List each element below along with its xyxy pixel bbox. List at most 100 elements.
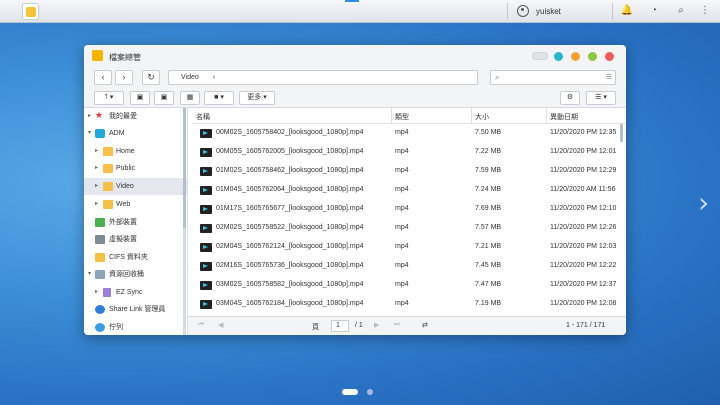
compress-button[interactable]: ▦ xyxy=(180,91,200,105)
sidebar-item-ez-sync[interactable]: ▸ EZ Sync xyxy=(84,284,187,301)
column-header-size[interactable]: 大小 xyxy=(475,112,489,122)
next-page-icon[interactable]: ▶ xyxy=(374,321,379,329)
sidebar-item-web[interactable]: ▸ Web xyxy=(84,196,187,213)
refresh-button[interactable]: ↻ xyxy=(142,70,160,85)
sidebar-item-label: ADM xyxy=(109,130,125,137)
sidebar-item-recycle-bin[interactable]: ▾ 資源回收桶 xyxy=(84,266,187,283)
sidebar-item-label: 虛擬裝置 xyxy=(109,236,137,243)
expand-arrow-icon[interactable]: ▸ xyxy=(95,196,98,213)
expand-arrow-icon[interactable]: ▸ xyxy=(95,143,98,160)
expand-arrow-icon[interactable]: ▸ xyxy=(95,160,98,177)
window-title: 檔案總管 xyxy=(109,53,141,62)
sidebar-item-label: Share Link 管理員 xyxy=(109,306,166,313)
total-pages: / 1 xyxy=(355,322,363,329)
sidebar-item-virtual-devices[interactable]: 虛擬裝置 xyxy=(84,231,187,248)
table-row[interactable]: 01M17S_1605765677_[looksgood_1080p].mp4 … xyxy=(192,200,618,219)
table-row[interactable]: 03M04S_1605762184_[looksgood_1080p].mp4 … xyxy=(192,295,618,314)
file-explorer-taskbar-button[interactable] xyxy=(22,3,39,20)
file-size: 7.50 MB xyxy=(475,129,502,136)
sidebar-item-cifs-folder[interactable]: CIFS 資料夾 xyxy=(84,249,187,266)
notification-bell-icon[interactable]: 🔔 xyxy=(620,4,634,18)
first-page-icon[interactable]: ⏮ xyxy=(198,321,204,329)
filter-list-icon[interactable]: ☰ xyxy=(606,73,612,81)
sidebar-scrollbar-thumb[interactable] xyxy=(183,108,186,228)
search-box[interactable]: ⌕ ☰ xyxy=(490,70,616,85)
breadcrumb-item-video[interactable]: Video xyxy=(181,74,199,81)
restore-button[interactable] xyxy=(571,52,580,61)
new-folder-button[interactable]: ▣ xyxy=(130,91,150,105)
column-header-name[interactable]: 名稱 xyxy=(196,112,210,122)
refresh-icon: ↻ xyxy=(147,72,155,82)
back-button[interactable]: ‹ xyxy=(94,70,112,85)
expand-arrow-icon[interactable]: ▸ xyxy=(95,178,98,195)
view-mode-button[interactable]: ☰ ▾ xyxy=(586,91,616,105)
file-type: mp4 xyxy=(395,300,409,307)
expand-arrow-icon[interactable]: ▸ xyxy=(88,108,91,125)
file-type: mp4 xyxy=(395,262,409,269)
file-modified: 11/20/2020 PM 12:26 xyxy=(550,224,617,231)
username[interactable]: yuisket xyxy=(536,7,561,16)
file-explorer-icon xyxy=(92,50,103,61)
file-size: 7.21 MB xyxy=(475,243,502,250)
folder-icon xyxy=(103,164,113,173)
more-options-icon[interactable]: ⋮ xyxy=(698,4,712,18)
column-header-type[interactable]: 類型 xyxy=(395,112,409,122)
search-icon[interactable]: ⌕ xyxy=(674,4,688,18)
more-button[interactable]: 更多 ▾ xyxy=(239,91,275,105)
column-divider[interactable] xyxy=(391,108,392,124)
file-list-scrollbar-thumb[interactable] xyxy=(620,124,623,142)
desktop-page-dot[interactable] xyxy=(367,389,373,395)
star-icon: ★ xyxy=(95,110,104,120)
table-row[interactable]: 02M02S_1605758522_[looksgood_1080p].mp4 … xyxy=(192,219,618,238)
sidebar-item-public[interactable]: ▸ Public xyxy=(84,160,187,177)
window-titlebar[interactable]: 檔案總管 xyxy=(84,45,626,67)
table-row[interactable]: 01M04S_1605762064_[looksgood_1080p].mp4 … xyxy=(192,181,618,200)
sidebar-item-share-link-manager[interactable]: Share Link 管理員 xyxy=(84,301,187,318)
refresh-list-icon[interactable]: ⇄ xyxy=(422,321,428,329)
file-name: 00M02S_1605758402_[looksgood_1080p].mp4 xyxy=(216,129,364,136)
file-name: 00M05S_1605762005_[looksgood_1080p].mp4 xyxy=(216,148,364,155)
table-row[interactable]: 00M02S_1605758402_[looksgood_1080p].mp4 … xyxy=(192,124,618,143)
table-row[interactable]: 02M04S_1605762124_[looksgood_1080p].mp4 … xyxy=(192,238,618,257)
desktop-page-dot-active[interactable] xyxy=(342,389,358,395)
upload-button[interactable]: ⭡ ▾ xyxy=(94,91,124,105)
file-size: 7.24 MB xyxy=(475,186,502,193)
column-header-modified[interactable]: 異動日期 xyxy=(550,112,578,122)
item-range: 1 - 171 / 171 xyxy=(566,322,606,329)
speedometer-icon[interactable]: ◔ xyxy=(647,4,661,18)
sidebar-item-external-devices[interactable]: 外部裝置 xyxy=(84,214,187,231)
media-mode-button[interactable]: ■ ▾ xyxy=(204,91,234,105)
sidebar-item-queue[interactable]: 佇列 xyxy=(84,319,187,335)
sidebar-item-video[interactable]: ▸ Video xyxy=(84,178,187,195)
settings-button[interactable]: ⚙ xyxy=(560,91,580,105)
user-icon[interactable] xyxy=(517,5,529,17)
minimize-button[interactable] xyxy=(532,52,548,60)
close-button[interactable] xyxy=(605,52,614,61)
previous-page-icon[interactable]: ◀ xyxy=(218,321,223,329)
table-row[interactable]: 01M02S_1605758462_[looksgood_1080p].mp4 … xyxy=(192,162,618,181)
breadcrumb[interactable]: Video › xyxy=(168,70,478,85)
copy-move-button[interactable]: ▣ xyxy=(154,91,174,105)
collapse-arrow-icon[interactable]: ▾ xyxy=(88,125,91,142)
sidebar-item-favorites[interactable]: ▸ ★ 我的最愛 xyxy=(84,108,187,125)
file-list: 名稱 類型 大小 異動日期 00M02S_1605758402_[looksgo… xyxy=(192,108,626,316)
help-button[interactable] xyxy=(554,52,563,61)
expand-arrow-icon[interactable]: ▸ xyxy=(95,284,98,301)
column-divider[interactable] xyxy=(471,108,472,124)
page-number-input[interactable]: 1 xyxy=(331,320,349,332)
collapse-arrow-icon[interactable]: ▾ xyxy=(88,266,91,283)
sidebar-item-adm[interactable]: ▾ ADM xyxy=(84,125,187,142)
more-label: 更多 xyxy=(247,94,262,101)
video-file-icon xyxy=(200,167,212,176)
table-row[interactable]: 02M16S_1605765736_[looksgood_1080p].mp4 … xyxy=(192,257,618,276)
column-divider[interactable] xyxy=(546,108,547,124)
maximize-button[interactable] xyxy=(588,52,597,61)
next-desktop-arrow-icon[interactable]: › xyxy=(698,186,709,219)
table-row[interactable]: 00M05S_1605762005_[looksgood_1080p].mp4 … xyxy=(192,143,618,162)
last-page-icon[interactable]: ⏭ xyxy=(394,321,400,329)
table-row[interactable]: 03M02S_1605758582_[looksgood_1080p].mp4 … xyxy=(192,276,618,295)
forward-button[interactable]: › xyxy=(115,70,133,85)
search-input[interactable] xyxy=(505,72,595,83)
file-modified: 11/20/2020 PM 12:08 xyxy=(550,300,617,307)
sidebar-item-home[interactable]: ▸ Home xyxy=(84,143,187,160)
